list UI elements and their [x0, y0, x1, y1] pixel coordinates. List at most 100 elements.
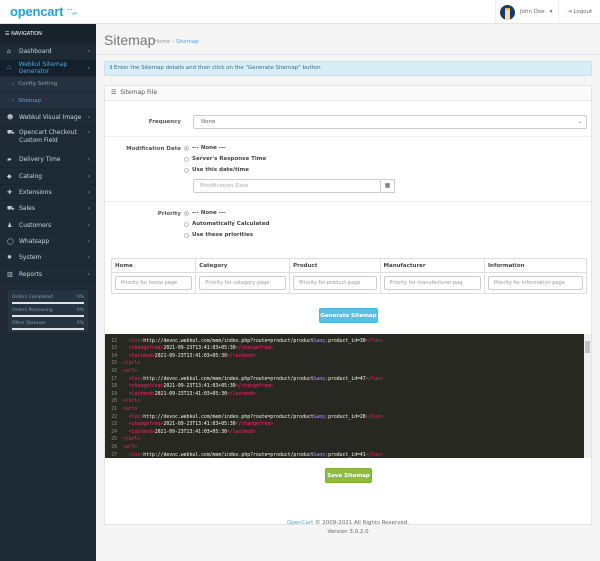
list-icon: ☰ — [111, 89, 117, 96]
radio-button[interactable] — [184, 156, 189, 162]
sidebar: ☰ NAVIGATION ⌂ Dashboard › ⛬ Webkul Sitemap … — [0, 24, 96, 561]
sidebar-item-webkul-visual-image[interactable]: ☻ Webkul Visual Image › — [0, 110, 96, 126]
sidebar-item-delivery-time[interactable]: ▰ Delivery Time › — [0, 152, 96, 169]
priority-input[interactable]: Priority for home page — [115, 276, 193, 290]
code-text: <changefreq>2021-09-23T13:41:03+05:30</c… — [128, 346, 274, 352]
calendar-button[interactable]: ▦ — [381, 179, 395, 193]
priority-option-1[interactable]: Automatically Calculated — [184, 221, 269, 227]
sidebar-item-config-setting[interactable]: › Config Setting — [0, 76, 96, 94]
modification-date-input[interactable]: Modification Date — [193, 179, 381, 193]
caret-down-icon: ▾ — [549, 9, 553, 15]
sidebar-item-catalog[interactable]: ◆ Catalog › — [0, 168, 96, 185]
radio-button[interactable] — [184, 210, 189, 216]
line-number: 13 — [111, 346, 117, 352]
sidebar-item-reports[interactable]: ▥ Reports › — [0, 267, 96, 284]
users-icon: ☻ — [7, 113, 14, 121]
frequency-select[interactable]: None ⌄ — [193, 115, 587, 129]
stat-2: Other Statuses 0% — [12, 320, 84, 333]
breadcrumb-sitemap[interactable]: Sitemap — [176, 39, 199, 45]
table-cell: Priority for home page — [110, 272, 197, 294]
breadcrumb: Home › Sitemap — [154, 39, 199, 45]
order-stats: Orders Completed 0% Orders Processing 0% Oth… — [8, 290, 88, 332]
priority-option-2[interactable]: Use these priorities — [184, 232, 253, 238]
opencart-logo[interactable]: opencart ˙˙⌐ — [10, 4, 78, 19]
code-text: <loc>http://devoc.webkul.com/mem/index.p… — [128, 414, 383, 420]
editor-scrollbar[interactable] — [584, 334, 591, 458]
progress-bar — [12, 302, 84, 304]
code-text: <url> — [123, 368, 138, 374]
radio-button[interactable] — [184, 221, 189, 227]
cart-icon: ˙˙⌐ — [66, 8, 78, 18]
user-menu[interactable]: John Doe ▾ — [495, 0, 559, 24]
radio-button[interactable] — [184, 167, 189, 173]
line-number: 27 — [111, 452, 117, 458]
gear-icon: ✹ — [7, 254, 13, 262]
code-text: <loc>http://devoc.webkul.com/mem/index.p… — [128, 338, 383, 344]
logout-link[interactable]: ⇥ Logout — [567, 9, 592, 15]
code-line: 14 <lastmod>2021-09-23T13:41:03+05:30</l… — [105, 353, 591, 361]
column-header: Category — [195, 258, 291, 273]
code-text: <lastmod>2021-09-23T13:41:03+05:30</last… — [128, 353, 256, 359]
line-number: 21 — [111, 406, 117, 412]
code-text: <changefreq>2021-09-23T13:41:03+05:30</c… — [128, 422, 274, 428]
code-line: 12 <loc>http://devoc.webkul.com/mem/inde… — [105, 338, 591, 346]
code-line: 17 <loc>http://devoc.webkul.com/mem/inde… — [105, 376, 591, 384]
radio-button[interactable] — [184, 145, 189, 151]
chevron-right-icon: › — [87, 254, 90, 262]
stat-0: Orders Completed 0% — [12, 294, 84, 307]
code-line: 13 <changefreq>2021-09-23T13:41:03+05:30… — [105, 345, 591, 353]
table-cell: Priority for manufacturer pag — [379, 272, 486, 294]
priority-input[interactable]: Priority for category page — [199, 276, 287, 290]
sidebar-item-system[interactable]: ✹ System › — [0, 250, 96, 267]
opencart-link[interactable]: OpenCart — [287, 520, 313, 526]
sitemap-panel: ☰ Sitemap File Frequency None ⌄ Modificat… — [104, 85, 592, 525]
code-text: <loc>http://devoc.webkul.com/mem/index.p… — [128, 452, 383, 458]
priority-input[interactable]: Priority for manufacturer pag — [383, 276, 482, 290]
calendar-icon: ▦ — [384, 182, 391, 189]
code-line: 21 <url> — [105, 406, 591, 414]
priority-input[interactable]: Priority for product page — [293, 276, 377, 290]
divider — [105, 136, 591, 137]
sidebar-item-extensions[interactable]: ✚ Extensions › — [0, 185, 96, 202]
top-header: opencart ˙˙⌐ John Doe ▾ ⇥ Logout — [0, 0, 600, 24]
sidebar-item-opencart-checkout-custom-field[interactable]: ⛟ Opencart Checkout Custom Field › — [0, 126, 96, 152]
modification-option-1[interactable]: Server's Response Time — [184, 156, 266, 162]
scrollbar-thumb[interactable] — [585, 341, 590, 353]
modification-option-0[interactable]: --- None --- — [184, 145, 226, 151]
cart-icon: ⛟ — [7, 204, 15, 212]
chevron-right-icon: › — [87, 238, 90, 246]
column-header: Home — [110, 258, 197, 273]
code-line: 16 <url> — [105, 368, 591, 376]
sitemap-icon: ⛬ — [7, 64, 12, 72]
sidebar-item-sales[interactable]: ⛟ Sales › — [0, 201, 96, 218]
code-line: 25 </url> — [105, 436, 591, 444]
sidebar-item-dashboard[interactable]: ⌂ Dashboard › — [0, 44, 96, 61]
save-sitemap-button[interactable]: Save Sitemap — [325, 468, 372, 483]
line-number: 20 — [111, 399, 117, 405]
line-number: 19 — [111, 391, 117, 397]
chevron-right-icon: › — [87, 221, 90, 229]
code-text: </url> — [123, 399, 141, 405]
priority-option-0[interactable]: --- None --- — [184, 210, 226, 216]
priority-label: Priority — [157, 211, 181, 217]
priority-table: Home Category Product Manufacturer Informati… — [110, 258, 587, 294]
radio-button[interactable] — [184, 232, 189, 238]
sidebar-item-whatsapp[interactable]: ◯ Whatsapp › — [0, 234, 96, 251]
chevron-right-icon: › — [87, 48, 90, 56]
line-number: 24 — [111, 429, 117, 435]
line-number: 15 — [111, 361, 117, 367]
sitemap-code-editor[interactable]: 11<url>12 <loc>http://devoc.webkul.com/m… — [105, 334, 591, 458]
priority-input[interactable]: Priority for information page — [488, 276, 583, 290]
progress-bar — [12, 315, 84, 317]
breadcrumb-home[interactable]: Home — [154, 39, 170, 45]
code-line: 24 <lastmod>2021-09-23T13:41:03+05:30</l… — [105, 429, 591, 437]
sidebar-item-sitemap[interactable]: › Sitemap — [0, 93, 96, 110]
chevron-right-icon: › — [87, 172, 90, 180]
column-header: Product — [289, 258, 381, 273]
sidebar-item-customers[interactable]: ♟ Customers › — [0, 218, 96, 234]
modification-option-2[interactable]: Use this date/time — [184, 167, 249, 173]
generate-sitemap-button[interactable]: Generate Sitemap — [319, 308, 378, 323]
line-number: 17 — [111, 376, 117, 382]
modification-date-label: Modification Date — [126, 146, 181, 152]
sidebar-item-webkul-sitemap-generator[interactable]: ⛬ Webkul Sitemap Generator › — [0, 60, 96, 77]
